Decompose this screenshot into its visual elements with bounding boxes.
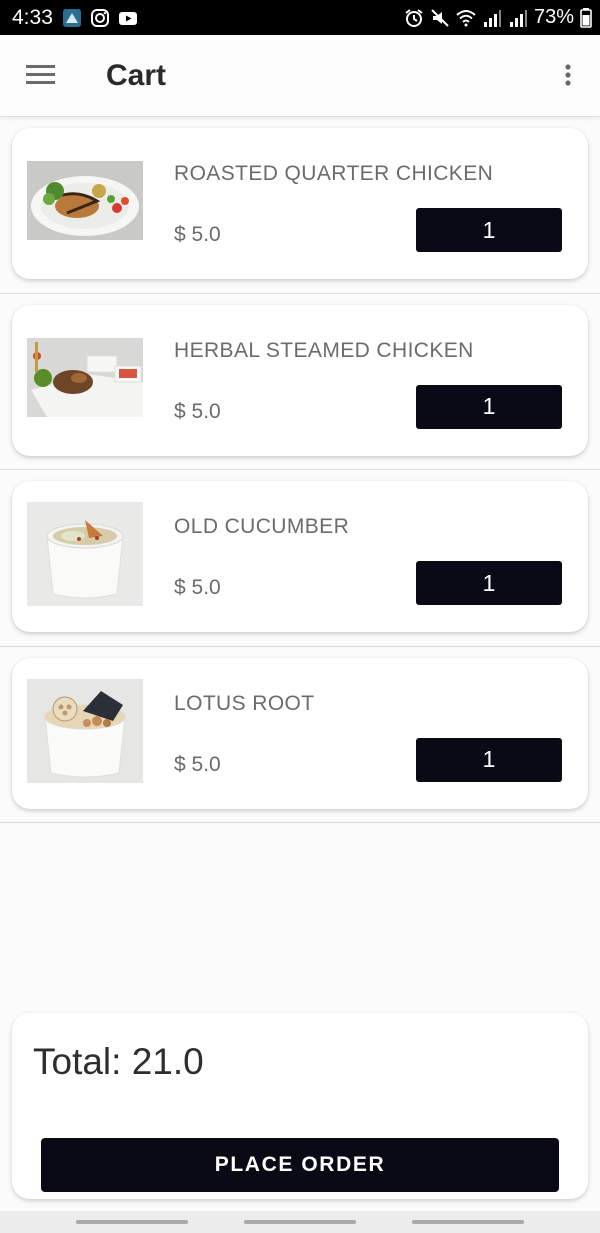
navigation-bar [0,1211,600,1233]
signal-icon [483,9,501,27]
youtube-icon [119,12,137,25]
notification-icons [62,8,138,28]
home-button[interactable] [244,1220,356,1224]
mute-icon [431,8,449,27]
cart-list: ROASTED QUARTER CHICKEN $ 5.0 1 HERBAL S… [0,117,600,823]
cart-item-card[interactable]: LOTUS ROOT $ 5.0 1 [12,657,588,809]
back-button[interactable] [412,1220,524,1224]
place-order-button[interactable]: PLACE ORDER [41,1138,559,1192]
app-bar: Cart [0,35,600,117]
cart-item: OLD CUCUMBER $ 5.0 1 [0,470,600,647]
page-title: Cart [106,59,167,92]
lotus-root-soup-image [27,678,143,783]
item-name: OLD CUCUMBER [174,515,350,538]
wifi-icon [456,9,476,26]
status-bar: 4:33 73% [0,0,600,35]
quantity-button[interactable]: 1 [416,208,562,252]
quantity-button[interactable]: 1 [416,737,562,782]
roasted-chicken-image [27,161,143,240]
quantity-button[interactable]: 1 [416,384,562,429]
item-name: HERBAL STEAMED CHICKEN [174,338,474,362]
steamed-chicken-image [27,337,143,417]
item-price: $ 5.0 [174,752,221,776]
instagram-icon [91,9,109,27]
status-time: 4:33 [12,6,53,29]
alarm-icon [405,8,423,27]
cart-item: LOTUS ROOT $ 5.0 1 [0,647,600,823]
menu-icon[interactable] [22,61,62,91]
item-name: ROASTED QUARTER CHICKEN [174,162,494,185]
system-icons: 73% [404,6,592,29]
cart-item-card[interactable]: OLD CUCUMBER $ 5.0 1 [12,481,588,632]
item-price: $ 5.0 [174,399,221,423]
recent-apps-button[interactable] [76,1220,188,1224]
cart-item-card[interactable]: ROASTED QUARTER CHICKEN $ 5.0 1 [12,128,588,279]
checkout-panel: Total: 21.0 PLACE ORDER [12,1013,588,1199]
order-total: Total: 21.0 [33,1041,204,1082]
cart-item: ROASTED QUARTER CHICKEN $ 5.0 1 [0,117,600,294]
more-options-icon[interactable] [560,61,580,91]
cucumber-soup-image [27,502,143,606]
cart-item-card[interactable]: HERBAL STEAMED CHICKEN $ 5.0 1 [12,304,588,456]
battery-percent: 73% [533,6,574,28]
signal-icon [509,9,527,27]
item-price: $ 5.0 [174,223,221,246]
item-price: $ 5.0 [174,576,221,599]
quantity-button[interactable]: 1 [416,561,562,605]
cart-item: HERBAL STEAMED CHICKEN $ 5.0 1 [0,294,600,470]
item-name: LOTUS ROOT [174,691,315,715]
battery-icon [580,7,592,28]
app-icon [63,9,81,27]
